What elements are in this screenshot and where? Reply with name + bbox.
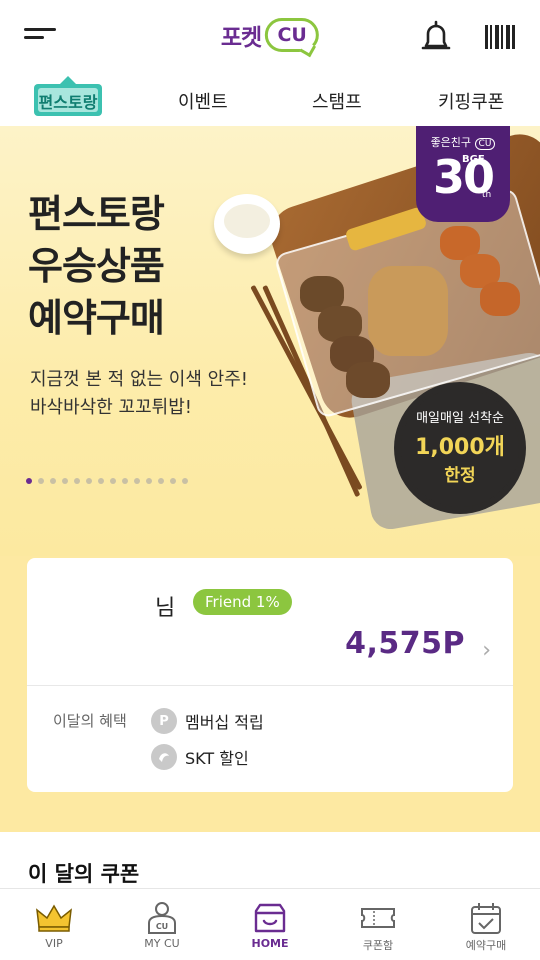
badge-suffix: th [482, 190, 492, 200]
banner-title: 편스토랑 우승상품 예약구매 [28, 188, 165, 344]
chevron-right-icon[interactable]: › [482, 638, 491, 663]
pocket-cu-logo[interactable]: 포켓 CU [220, 18, 320, 52]
pagination-dot[interactable] [182, 478, 188, 484]
bottom-navigation: VIP CU MY CU HOME 쿠폰함 예약구매 [0, 888, 540, 960]
pagination-dot[interactable] [122, 478, 128, 484]
pagination-dot[interactable] [38, 478, 44, 484]
pagination-dot[interactable] [98, 478, 104, 484]
section-title: 이 달의 쿠폰 [28, 862, 140, 886]
nav-coupon-box[interactable]: 쿠폰함 [324, 889, 432, 960]
card-divider [27, 685, 513, 686]
bell-icon[interactable] [418, 20, 454, 54]
membership-card: 님 Friend 1% 4,575P › 이달의 혜택 P 멤버십 적립 SKT… [27, 558, 513, 792]
nav-label: 예약구매 [465, 939, 507, 952]
food-item [346, 362, 390, 398]
banner-subtitle: 지금껏 본 적 없는 이색 안주! 바삭바삭한 꼬꼬튀밥! [30, 366, 248, 422]
badge-brand: BGF [462, 154, 485, 165]
tab-pyeonstorang-logo[interactable]: 편스토랑 [30, 74, 106, 120]
member-name-suffix: 님 [155, 596, 176, 621]
grade-badge: Friend 1% [193, 589, 292, 615]
nav-vip[interactable]: VIP [0, 889, 108, 960]
crown-icon [36, 904, 72, 932]
benefit-item[interactable]: SKT 할인 [151, 744, 249, 770]
pagination-dot[interactable] [134, 478, 140, 484]
benefit-text: SKT 할인 [185, 749, 249, 768]
app-header: 포켓 CU [0, 0, 540, 72]
skt-icon [151, 744, 177, 770]
banner-title-line: 예약구매 [28, 296, 165, 340]
nav-my-cu[interactable]: CU MY CU [108, 889, 216, 960]
sauce-bowl-image [214, 194, 280, 254]
points-value[interactable]: 4,575P [345, 626, 465, 661]
pagination-dot[interactable] [110, 478, 116, 484]
bgf-30th-badge: 좋은친구 CU 30 BGF th [416, 126, 510, 222]
promo-banner[interactable]: 편스토랑 우승상품 예약구매 지금껏 본 적 없는 이색 안주! 바삭바삭한 꼬… [0, 126, 540, 556]
benefit-text: 멤버십 적립 [185, 713, 264, 732]
food-item [368, 266, 448, 356]
pagination-dot[interactable] [86, 478, 92, 484]
pagination-dot[interactable] [26, 478, 32, 484]
points-p-icon: P [151, 708, 177, 734]
home-store-icon [254, 903, 286, 933]
monthly-coupon-section: 이 달의 쿠폰 [0, 832, 540, 892]
seal-line3: 한정 [444, 466, 476, 486]
tab-keeping-coupon[interactable]: 키핑쿠폰 [438, 88, 504, 114]
svg-text:CU: CU [156, 922, 168, 931]
nav-label: HOME [251, 937, 289, 950]
banner-pagination [26, 478, 188, 484]
benefits-label: 이달의 혜택 [53, 712, 127, 730]
pagination-dot[interactable] [158, 478, 164, 484]
tab-stamp[interactable]: 스탬프 [312, 88, 362, 114]
seal-line1: 매일매일 선착순 [416, 411, 504, 426]
nav-label: VIP [45, 937, 63, 950]
pagination-dot[interactable] [74, 478, 80, 484]
hamburger-menu-icon[interactable] [24, 28, 56, 46]
banner-title-line: 우승상품 [28, 244, 165, 288]
barcode-icon[interactable] [485, 25, 515, 49]
nav-reservation[interactable]: 예약구매 [432, 889, 540, 960]
nav-home[interactable]: HOME [216, 889, 324, 960]
my-cu-icon: CU [148, 902, 176, 934]
tab-event[interactable]: 이벤트 [178, 88, 228, 114]
food-item [480, 282, 520, 316]
tab-logo-label: 편스토랑 [39, 93, 98, 112]
nav-label: MY CU [144, 937, 180, 950]
limited-offer-seal: 매일매일 선착순 1,000개 한정 [398, 386, 522, 510]
coupon-ticket-icon [361, 908, 395, 928]
banner-title-line: 편스토랑 [28, 192, 165, 236]
pagination-dot[interactable] [50, 478, 56, 484]
pagination-dot[interactable] [146, 478, 152, 484]
badge-cu: CU [474, 138, 496, 150]
banner-subtitle-line: 지금껏 본 적 없는 이색 안주! [30, 369, 248, 390]
pagination-dot[interactable] [170, 478, 176, 484]
nav-label: 쿠폰함 [362, 939, 394, 952]
seal-line2: 1,000개 [415, 435, 505, 460]
pagination-dot[interactable] [62, 478, 68, 484]
top-tab-bar: 편스토랑 이벤트 스탬프 키핑쿠폰 [0, 72, 540, 126]
logo-cu-mark: CU [265, 18, 320, 52]
banner-subtitle-line: 바삭바삭한 꼬꼬튀밥! [30, 397, 192, 418]
logo-text: 포켓 [220, 25, 262, 51]
calendar-check-icon [471, 903, 501, 934]
badge-line1: 좋은친구 [430, 136, 472, 149]
benefit-item[interactable]: P 멤버십 적립 [151, 708, 264, 734]
